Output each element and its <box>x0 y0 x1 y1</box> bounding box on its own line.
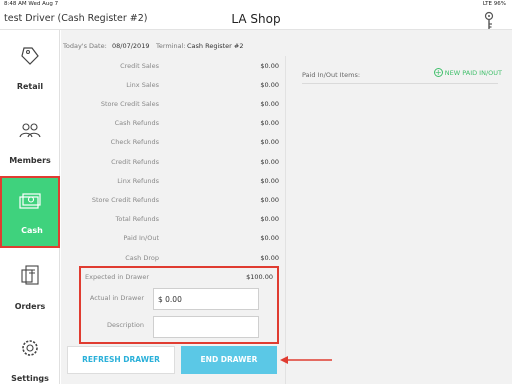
gear-icon <box>22 340 38 356</box>
date-label: Today's Date: <box>63 42 107 50</box>
app-header: test Driver (Cash Register #2) LA Shop <box>0 8 512 30</box>
new-paid-in-out-button[interactable]: + NEW PAID IN/OUT <box>433 68 502 77</box>
summary-label: Store Credit Sales <box>100 100 159 108</box>
summary-row: Credit Refunds $0.00 <box>68 152 279 171</box>
summary-row: Linx Sales $0.00 <box>68 75 279 94</box>
summary-row: Paid In/Out $0.00 <box>68 228 279 247</box>
summary-value: $0.00 <box>260 177 279 185</box>
summary-label: Paid In/Out <box>123 234 159 242</box>
sidebar-item-label: Settings <box>11 374 49 383</box>
summary-label: Cash Drop <box>125 254 159 262</box>
cash-icon <box>19 193 41 209</box>
sidebar-item-settings[interactable]: Settings <box>0 322 60 384</box>
summary-row: Cash Drop $0.00 <box>68 248 279 267</box>
arrow-icon <box>280 356 332 364</box>
main-content: Today's Date: 08/07/2019 Terminal: Cash … <box>61 30 512 384</box>
summary-value: $0.00 <box>260 62 279 70</box>
paid-items-label: Paid In/Out Items: <box>302 71 361 79</box>
summary-value: $0.00 <box>260 81 279 89</box>
status-bar: 8:48 AM Wed Aug 7 LTE 96% <box>0 0 512 8</box>
summary-label: Linx Sales <box>126 81 159 89</box>
drawer-count-box: Expected in Drawer $100.00 Actual in Dra… <box>79 266 279 344</box>
sidebar-item-label: Orders <box>14 302 46 311</box>
terminal-label: Terminal: <box>156 42 186 50</box>
refresh-drawer-button[interactable]: REFRESH DRAWER <box>67 346 175 374</box>
sidebar-item-label: Retail <box>16 82 44 91</box>
sidebar-item-cash[interactable]: Cash <box>0 176 60 248</box>
key-icon[interactable] <box>480 11 498 31</box>
summary-row: Store Credit Sales $0.00 <box>68 94 279 113</box>
orders-icon <box>21 265 39 285</box>
summary-value: $0.00 <box>260 138 279 146</box>
new-paid-label: NEW PAID IN/OUT <box>444 68 502 77</box>
terminal-value: Cash Register #2 <box>187 42 244 50</box>
tag-icon <box>21 47 39 65</box>
sidebar-item-label: Members <box>9 156 51 165</box>
summary-value: $0.00 <box>260 215 279 223</box>
sidebar-item-members[interactable]: Members <box>0 104 60 178</box>
summary-row: Credit Sales $0.00 <box>68 56 279 75</box>
summary-row: Total Refunds $0.00 <box>68 209 279 228</box>
description-input[interactable] <box>153 316 259 338</box>
summary-label: Store Credit Refunds <box>91 196 159 204</box>
status-time: 8:48 AM Wed Aug 7 <box>4 1 59 7</box>
summary-value: $0.00 <box>260 119 279 127</box>
summary-label: Credit Refunds <box>111 158 159 166</box>
expected-value: $100.00 <box>246 273 273 281</box>
sidebar-item-orders[interactable]: Orders <box>0 250 60 324</box>
summary-label: Total Refunds <box>115 215 159 223</box>
summary-row: Store Credit Refunds $0.00 <box>68 190 279 209</box>
divider <box>302 83 498 84</box>
actual-label: Actual in Drawer <box>89 294 144 302</box>
date-value: 08/07/2019 <box>112 42 150 50</box>
sidebar: Retail Members Cash Orders Settings <box>0 30 60 384</box>
paid-in-out-panel: Paid In/Out Items: + NEW PAID IN/OUT <box>285 56 512 384</box>
description-label: Description <box>106 321 144 329</box>
summary-label: Cash Refunds <box>114 119 159 127</box>
summary-value: $0.00 <box>260 196 279 204</box>
info-bar: Today's Date: 08/07/2019 Terminal: Cash … <box>61 30 512 56</box>
summary-value: $0.00 <box>260 158 279 166</box>
summary-row: Cash Refunds $0.00 <box>68 113 279 132</box>
summary-row: Linx Refunds $0.00 <box>68 171 279 190</box>
summary-label: Credit Sales <box>120 62 159 70</box>
status-right: LTE 96% <box>482 1 506 7</box>
summary-value: $0.00 <box>260 254 279 262</box>
end-drawer-button[interactable]: END DRAWER <box>181 346 277 374</box>
shop-title: LA Shop <box>231 12 281 26</box>
expected-label: Expected in Drawer <box>85 273 150 281</box>
people-icon <box>19 123 41 138</box>
actual-in-drawer-input[interactable]: $ 0.00 <box>153 288 259 310</box>
plus-icon: + <box>433 68 443 77</box>
summary-label: Linx Refunds <box>117 177 159 185</box>
summary-row: Check Refunds $0.00 <box>68 132 279 151</box>
summary-value: $0.00 <box>260 100 279 108</box>
sidebar-item-retail[interactable]: Retail <box>0 30 60 104</box>
summary-value: $0.00 <box>260 234 279 242</box>
summary-label: Check Refunds <box>110 138 159 146</box>
sidebar-item-label: Cash <box>21 226 43 235</box>
